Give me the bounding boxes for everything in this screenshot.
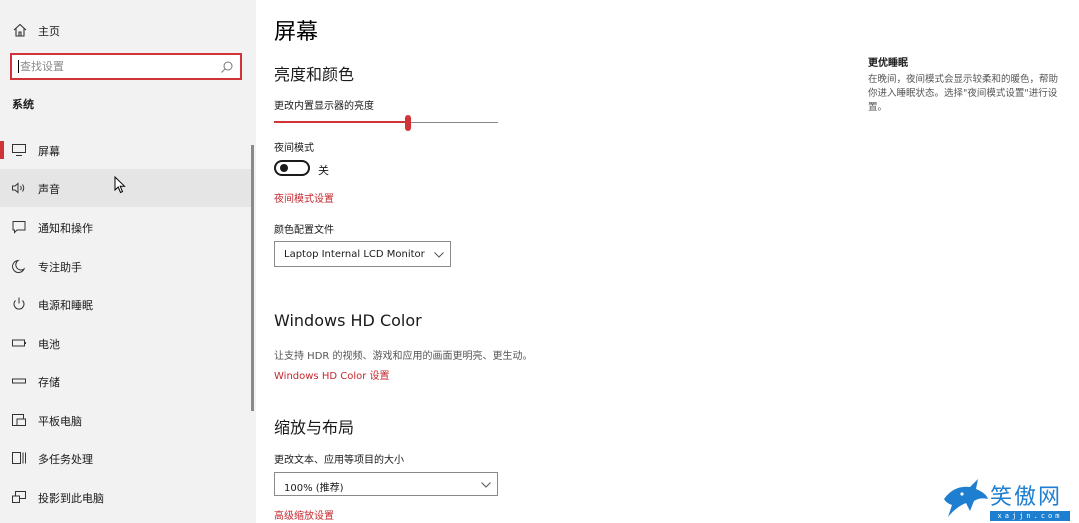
active-indicator	[0, 141, 4, 159]
watermark-url: xajjn.com	[990, 511, 1070, 521]
scale-heading: 缩放与布局	[274, 418, 355, 437]
sidebar-item-label: 投影到此电脑	[38, 492, 104, 505]
tip-title: 更优睡眠	[868, 58, 908, 69]
night-light-settings-link[interactable]: 夜间模式设置	[274, 190, 334, 205]
hdr-description: 让支持 HDR 的视频、游戏和应用的画面更明亮、更生动。	[274, 351, 533, 362]
slider-thumb[interactable]	[405, 115, 411, 131]
hdr-settings-link[interactable]: Windows HD Color 设置	[274, 367, 390, 382]
section-title: 系统	[12, 98, 34, 111]
color-profile-value: Laptop Internal LCD Monitor	[284, 249, 425, 260]
power-icon	[13, 297, 25, 310]
notification-icon	[12, 221, 26, 234]
toggle-knob	[280, 164, 288, 172]
search-input[interactable]	[12, 55, 212, 78]
tablet-icon	[12, 414, 26, 426]
text-caret	[18, 60, 19, 73]
sidebar-item-label: 电池	[38, 338, 60, 351]
moon-icon	[12, 259, 26, 273]
tip-text: 在晚间，夜间模式会显示较柔和的暖色，帮助你进入睡眠状态。选择"夜间模式设置"进行…	[868, 74, 1059, 113]
sidebar-item-tablet[interactable]: 平板电脑	[0, 401, 254, 439]
monitor-icon	[12, 144, 26, 156]
sidebar-scrollbar[interactable]	[251, 145, 254, 411]
sidebar-item-label: 通知和操作	[38, 222, 93, 235]
watermark-name: 笑傲网	[990, 485, 1063, 510]
night-light-toggle[interactable]	[274, 160, 310, 176]
storage-icon	[12, 378, 26, 384]
night-light-label: 夜间模式	[274, 143, 314, 154]
sidebar-item-label: 存储	[38, 376, 60, 389]
home-link[interactable]: 主页	[0, 16, 256, 44]
mouse-cursor-icon	[114, 176, 126, 194]
home-icon	[13, 23, 27, 37]
sidebar-item-label: 屏幕	[38, 145, 60, 158]
sidebar: 主页 系统 屏幕 声音 通知和操作	[0, 0, 256, 523]
search-box[interactable]	[10, 53, 242, 80]
brightness-heading: 亮度和颜色	[274, 65, 355, 84]
hdr-heading: Windows HD Color	[274, 311, 422, 330]
speaker-icon	[12, 182, 25, 194]
main-content: 屏幕 亮度和颜色 更改内置显示器的亮度 夜间模式 关 夜间模式设置 颜色配置文件…	[256, 0, 1079, 523]
sidebar-item-project[interactable]: 投影到此电脑	[0, 478, 254, 516]
sidebar-item-label: 专注助手	[38, 261, 82, 274]
sidebar-item-label: 声音	[38, 183, 60, 196]
battery-icon	[12, 339, 26, 347]
home-label: 主页	[38, 25, 60, 38]
sidebar-item-sound[interactable]: 声音	[0, 169, 254, 207]
search-icon[interactable]	[220, 60, 234, 74]
sidebar-item-multitasking[interactable]: 多任务处理	[0, 439, 254, 477]
advanced-scaling-link[interactable]: 高级缩放设置	[274, 507, 334, 522]
multitask-icon	[12, 452, 26, 464]
sidebar-item-focus-assist[interactable]: 专注助手	[0, 247, 254, 285]
scale-label: 更改文本、应用等项目的大小	[274, 455, 404, 466]
brightness-slider[interactable]	[274, 115, 498, 131]
night-light-state: 关	[318, 164, 329, 177]
sidebar-item-display[interactable]: 屏幕	[0, 131, 254, 169]
watermark-logo: 笑傲网 xajjn.com	[940, 477, 1079, 523]
scale-dropdown[interactable]: 100% (推荐)	[274, 472, 498, 496]
chevron-down-icon	[434, 252, 444, 258]
sidebar-item-label: 电源和睡眠	[38, 299, 93, 312]
brightness-slider-label: 更改内置显示器的亮度	[274, 101, 374, 112]
sidebar-item-label: 平板电脑	[38, 415, 82, 428]
sidebar-item-notifications[interactable]: 通知和操作	[0, 208, 254, 246]
page-title: 屏幕	[274, 20, 319, 45]
project-icon	[12, 491, 26, 503]
color-profile-label: 颜色配置文件	[274, 225, 334, 236]
shark-logo-icon	[944, 479, 988, 517]
sidebar-item-label: 多任务处理	[38, 453, 93, 466]
color-profile-dropdown[interactable]: Laptop Internal LCD Monitor	[274, 241, 451, 267]
sidebar-item-storage[interactable]: 存储	[0, 362, 254, 400]
sidebar-item-power-sleep[interactable]: 电源和睡眠	[0, 285, 254, 323]
chevron-down-icon	[481, 482, 491, 488]
scale-value: 100% (推荐)	[284, 483, 344, 494]
slider-fill	[274, 121, 408, 123]
sidebar-item-battery[interactable]: 电池	[0, 324, 254, 362]
